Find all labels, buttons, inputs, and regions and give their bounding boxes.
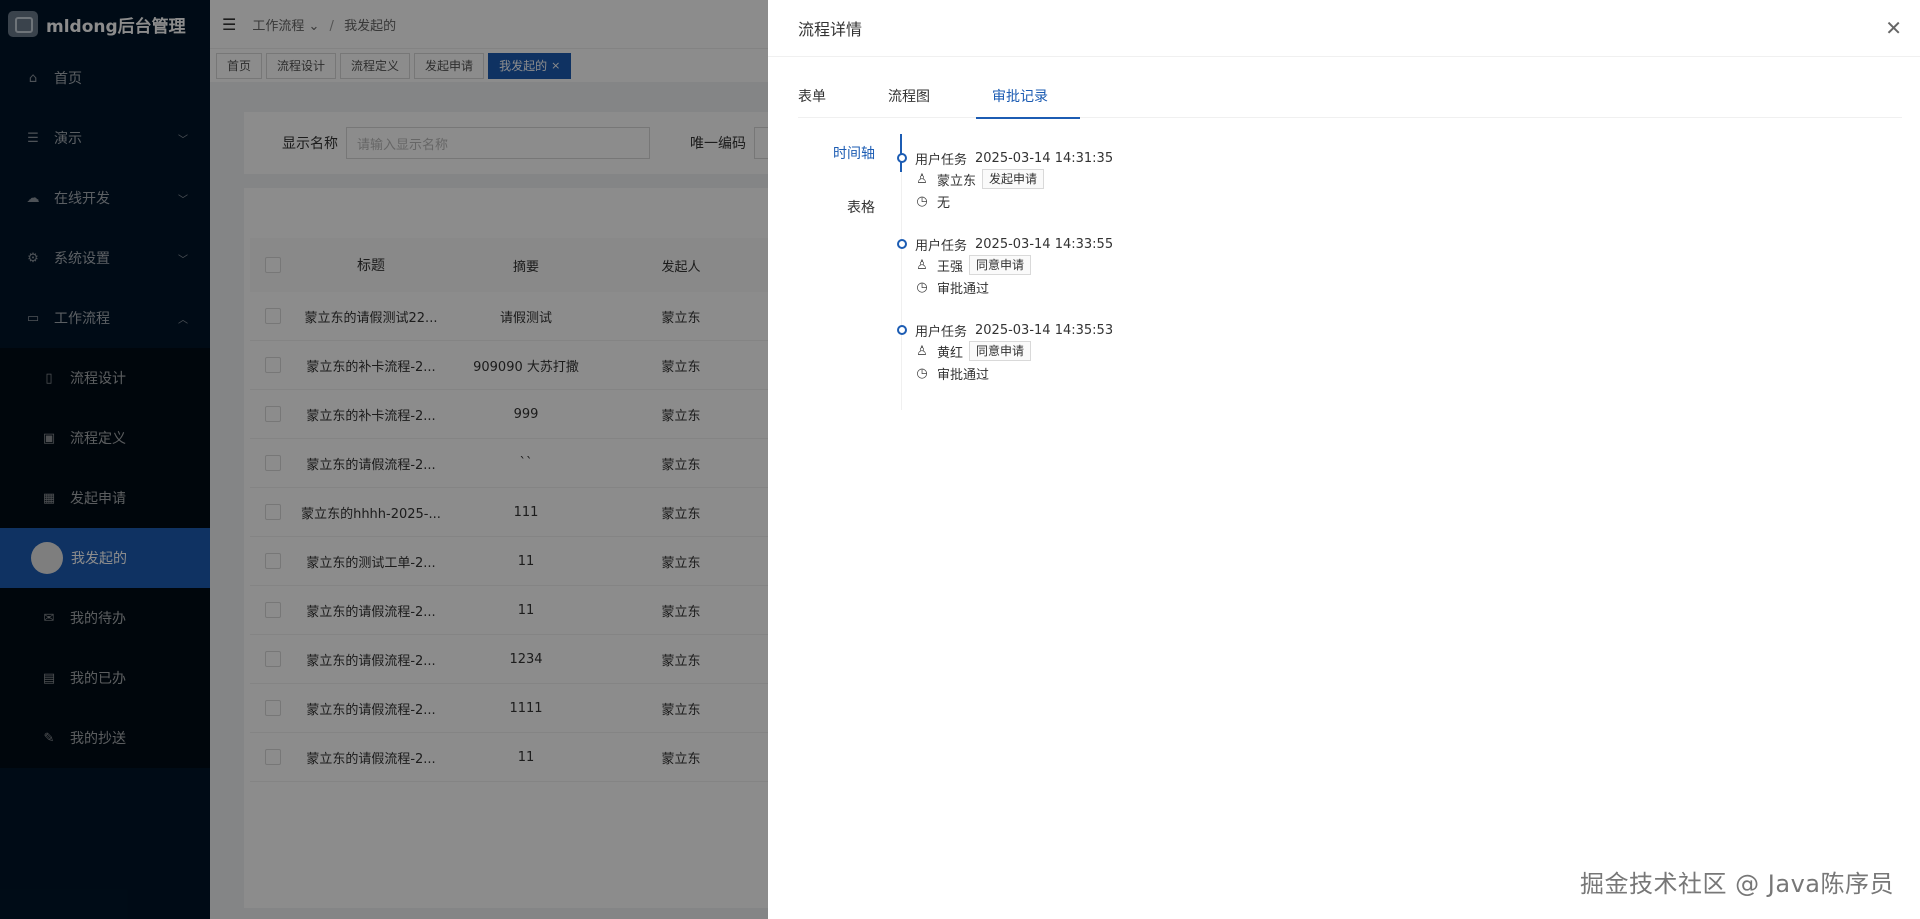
- timeline-item: 用户任务 2025-03-14 14:35:53 ♙ 黄红 同意申请 ◷ 审批通过: [897, 320, 1397, 406]
- task-time: 2025-03-14 14:31:35: [975, 150, 1114, 166]
- tab-timeline[interactable]: 时间轴: [798, 134, 902, 172]
- timeline-dot: [897, 239, 907, 249]
- comment-icon: ◷: [916, 193, 928, 209]
- drawer-tabs: 表单 流程图 审批记录: [798, 78, 1902, 119]
- action-tag: 发起申请: [982, 169, 1045, 189]
- timeline-dot: [897, 325, 907, 335]
- drawer-header: 流程详情 ✕: [768, 0, 1920, 57]
- comment-icon: ◷: [916, 279, 928, 295]
- comment-icon: ◷: [916, 365, 928, 381]
- task-name: 用户任务: [915, 238, 968, 254]
- approval-timeline: 用户任务 2025-03-14 14:31:35 ♙ 蒙立东 发起申请 ◷ 无用户任务 202…: [897, 148, 1397, 406]
- modal-mask[interactable]: [0, 0, 768, 919]
- approver-name: 黄红: [937, 345, 964, 361]
- tab-flowchart[interactable]: 流程图: [888, 78, 946, 118]
- action-tag: 同意申请: [969, 255, 1032, 275]
- timeline-dot: [897, 153, 907, 163]
- task-time: 2025-03-14 14:35:53: [975, 322, 1114, 338]
- approver-name: 蒙立东: [937, 173, 977, 189]
- action-tag: 同意申请: [969, 341, 1032, 361]
- tab-form[interactable]: 表单: [798, 78, 842, 118]
- user-icon: ♙: [916, 257, 928, 273]
- user-icon: ♙: [916, 171, 928, 187]
- tab-approval-records[interactable]: 审批记录: [976, 78, 1080, 119]
- timeline-item: 用户任务 2025-03-14 14:33:55 ♙ 王强 同意申请 ◷ 审批通过: [897, 234, 1397, 320]
- record-view-tabs: 时间轴 表格: [798, 134, 902, 410]
- watermark: 掘金技术社区 @ Java陈序员: [1580, 870, 1894, 898]
- timeline-item: 用户任务 2025-03-14 14:31:35 ♙ 蒙立东 发起申请 ◷ 无: [897, 148, 1397, 234]
- drawer-title: 流程详情: [798, 20, 863, 39]
- process-detail-drawer: 流程详情 ✕ 表单 流程图 审批记录 时间轴 表格: [768, 0, 1920, 919]
- approver-name: 王强: [937, 259, 964, 275]
- close-icon[interactable]: ✕: [1885, 16, 1902, 40]
- approval-comment: 审批通过: [937, 281, 990, 297]
- approval-comment: 审批通过: [937, 367, 990, 383]
- task-name: 用户任务: [915, 152, 968, 168]
- task-name: 用户任务: [915, 324, 968, 340]
- approval-comment: 无: [937, 195, 951, 211]
- tab-table[interactable]: 表格: [798, 188, 901, 226]
- user-icon: ♙: [916, 343, 928, 359]
- task-time: 2025-03-14 14:33:55: [975, 236, 1114, 252]
